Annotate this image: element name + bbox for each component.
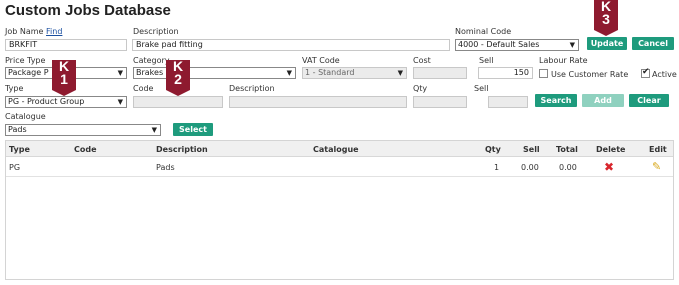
line-description-label: Description (229, 84, 275, 93)
catalogue-label: Catalogue (5, 112, 46, 121)
badge-k3: K3 (594, 0, 618, 36)
badge-k2: K2 (166, 59, 190, 96)
header-type: Type (9, 145, 30, 154)
add-button[interactable]: Add (582, 94, 624, 107)
vat-code-select[interactable]: 1 - Standard ▼ (302, 67, 407, 79)
table-header: Type Code Description Catalogue Qty Sell… (6, 141, 673, 157)
qty-input[interactable] (413, 96, 467, 108)
cell-type: PG (9, 163, 21, 172)
type-label: Type (5, 84, 24, 93)
job-name-label: Job Name Find (5, 27, 63, 36)
chevron-down-icon: ▼ (286, 69, 292, 77)
clear-button[interactable]: Clear (629, 94, 669, 107)
cell-sell: 0.00 (521, 163, 539, 172)
delete-x-icon[interactable]: ✖ (604, 160, 614, 174)
jobs-table: Type Code Description Catalogue Qty Sell… (5, 140, 674, 280)
chevron-down-icon: ▼ (397, 69, 403, 77)
table-row: PG Pads 1 0.00 0.00 ✖ ✎ (6, 157, 673, 177)
badge-k1: K1 (52, 59, 76, 96)
header-total: Total (556, 145, 578, 154)
cost-input[interactable] (413, 67, 467, 79)
vat-code-label: VAT Code (302, 56, 340, 65)
job-name-input[interactable]: BRKFIT (5, 39, 127, 51)
header-code: Code (74, 145, 97, 154)
description-input[interactable]: Brake pad fitting (132, 39, 450, 51)
code-input[interactable] (133, 96, 223, 108)
cancel-button[interactable]: Cancel (632, 37, 674, 50)
line-sell-label: Sell (474, 84, 489, 93)
header-qty: Qty (485, 145, 501, 154)
use-customer-rate-checkbox[interactable] (539, 69, 548, 78)
qty-label: Qty (413, 84, 428, 93)
cell-description: Pads (156, 163, 175, 172)
chevron-down-icon: ▼ (569, 41, 575, 49)
active-checkbox[interactable] (641, 67, 650, 78)
chevron-down-icon: ▼ (117, 69, 123, 77)
category-select[interactable]: Brakes ▼ (133, 67, 296, 79)
type-select[interactable]: PG - Product Group ▼ (5, 96, 127, 108)
code-label: Code (133, 84, 154, 93)
description-label: Description (133, 27, 179, 36)
cost-label: Cost (413, 56, 431, 65)
select-button[interactable]: Select (173, 123, 213, 136)
header-description: Description (156, 145, 208, 154)
header-delete: Delete (596, 145, 626, 154)
category-label: Category (133, 56, 170, 65)
nominal-code-label: Nominal Code (455, 27, 512, 36)
pencil-icon[interactable]: ✎ (652, 160, 661, 173)
sell-label: Sell (479, 56, 494, 65)
active-label: Active (652, 70, 677, 79)
cell-qty: 1 (494, 163, 500, 172)
header-catalogue: Catalogue (313, 145, 359, 154)
line-description-input[interactable] (229, 96, 407, 108)
labour-rate-label: Labour Rate (539, 56, 588, 65)
line-sell-input[interactable] (488, 96, 528, 108)
price-type-label: Price Type (5, 56, 46, 65)
update-button[interactable]: Update (587, 37, 627, 50)
catalogue-select[interactable]: Pads ▼ (5, 124, 161, 136)
chevron-down-icon: ▼ (151, 126, 157, 134)
use-customer-rate-label: Use Customer Rate (551, 70, 629, 79)
search-button[interactable]: Search (535, 94, 577, 107)
header-edit: Edit (649, 145, 667, 154)
sell-input[interactable]: 150 (478, 67, 533, 79)
find-link[interactable]: Find (46, 27, 62, 36)
cell-total: 0.00 (559, 163, 577, 172)
page-title: Custom Jobs Database (5, 2, 171, 19)
nominal-code-select[interactable]: 4000 - Default Sales ▼ (455, 39, 579, 51)
chevron-down-icon: ▼ (117, 98, 123, 106)
header-sell: Sell (523, 145, 540, 154)
